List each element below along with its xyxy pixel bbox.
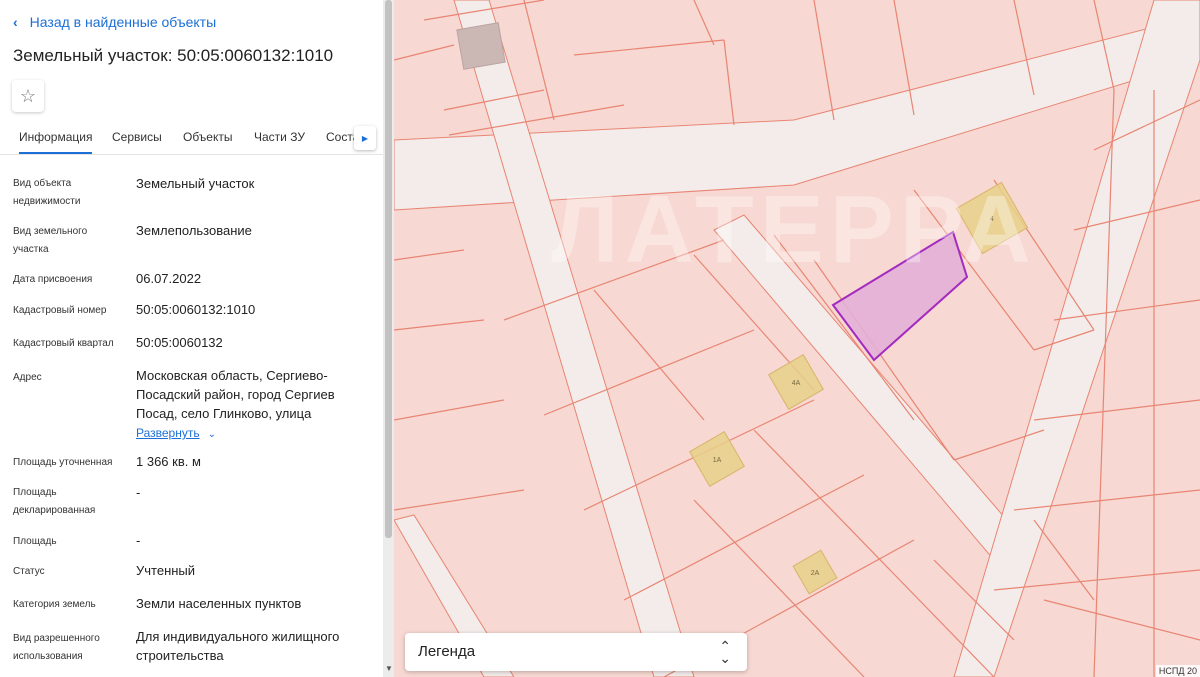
parcel-boundary bbox=[573, 39, 725, 56]
address-value: Московская область, Сергиево-Посадский р… bbox=[136, 368, 335, 421]
field-value: 50:05:0060132 bbox=[136, 335, 223, 350]
parcel-boundary bbox=[723, 39, 735, 126]
roads-layer bbox=[394, 0, 1200, 677]
building-number-label: 2А bbox=[811, 570, 820, 577]
tab-parts[interactable]: Части ЗУ bbox=[254, 130, 305, 144]
field-value: 06.07.2022 bbox=[136, 271, 202, 286]
triangle-right-icon: ▶ bbox=[361, 133, 369, 143]
field-label: Адрес bbox=[13, 372, 42, 383]
field-value: - bbox=[136, 533, 141, 548]
tab-bar: Информация Сервисы Объекты Части ЗУ Сост… bbox=[0, 120, 383, 154]
legend-label: Легенда bbox=[418, 643, 476, 660]
favorite-button[interactable]: ☆ bbox=[12, 80, 44, 112]
info-panel: ‹ Назад в найденные объекты Земельный уч… bbox=[0, 0, 383, 677]
field-value: 1 366 кв. м bbox=[136, 454, 201, 469]
expand-label: Развернуть bbox=[136, 426, 200, 440]
cadastral-map[interactable]: 4 4А 1А 2А ЛАТЕРРА НСПД 20 bbox=[394, 0, 1200, 677]
status-value: Учтенный bbox=[136, 563, 196, 578]
field-label: Дата присвоения bbox=[13, 274, 93, 285]
panel-scrollbar[interactable]: ▼ bbox=[383, 0, 394, 677]
field-label: Кадастровый номер bbox=[13, 305, 107, 316]
parcel-boundary bbox=[394, 249, 465, 261]
building-gray bbox=[456, 22, 506, 70]
parcel-boundary bbox=[1043, 599, 1200, 641]
map-attribution: НСПД 20 bbox=[1155, 665, 1200, 677]
road-left-diagonal bbox=[453, 0, 695, 677]
tab-composition[interactable]: Состав bbox=[326, 130, 356, 144]
map-canvas: 44А1А2А ЛАТЕРРА bbox=[394, 0, 1200, 677]
chevron-down-icon: ⌄ bbox=[207, 429, 216, 440]
chevron-up-down-icon: ⌃ ⌄ bbox=[719, 638, 731, 666]
tab-services[interactable]: Сервисы bbox=[112, 130, 162, 144]
field-label: Площадь уточненная bbox=[13, 457, 113, 468]
watermark: ЛАТЕРРА bbox=[551, 176, 1037, 283]
field-value: Для индивидуального жилищного строительс… bbox=[136, 629, 340, 663]
field-label: Статус bbox=[13, 566, 45, 577]
parcel-boundary bbox=[394, 489, 525, 511]
parcel-boundary bbox=[394, 399, 505, 421]
field-label: Вид объекта недвижимости bbox=[13, 178, 81, 207]
legend-dropdown[interactable]: Легенда ⌃ ⌄ bbox=[405, 633, 747, 671]
star-icon: ☆ bbox=[19, 85, 37, 106]
field-value: - bbox=[136, 485, 141, 500]
field-label: Вид земельного участка bbox=[13, 226, 88, 255]
tab-objects[interactable]: Объекты bbox=[183, 130, 233, 144]
field-label: Площадь bbox=[13, 536, 57, 547]
parcel-boundary bbox=[394, 319, 485, 331]
parcel-boundary bbox=[1033, 519, 1095, 601]
field-label: Площадь декларированная bbox=[13, 487, 96, 516]
parcel-boundary bbox=[813, 0, 835, 121]
parcel-boundary bbox=[394, 44, 455, 61]
parcel-boundary bbox=[693, 0, 715, 46]
parcel-boundary bbox=[523, 0, 555, 121]
field-value: Землепользование bbox=[136, 223, 252, 238]
tabs-divider bbox=[0, 154, 383, 155]
field-value: Земли населенных пунктов bbox=[136, 596, 302, 611]
scroll-down-icon[interactable]: ▼ bbox=[385, 665, 393, 673]
field-label: Кадастровый квартал bbox=[13, 338, 114, 349]
field-label: Вид разрешенного использования bbox=[13, 633, 100, 662]
back-link-label: Назад в найденные объекты bbox=[29, 14, 217, 30]
tab-info[interactable]: Информация bbox=[19, 130, 93, 154]
building-number-label: 4А bbox=[792, 380, 801, 387]
field-label: Категория земель bbox=[13, 599, 96, 610]
field-value: 50:05:0060132:1010 bbox=[136, 302, 256, 317]
chevron-left-icon: ‹ bbox=[13, 14, 18, 30]
tabs-scroll-right-button[interactable]: ▶ bbox=[354, 126, 376, 150]
page-title: Земельный участок: 50:05:0060132:1010 bbox=[13, 46, 334, 65]
expand-link[interactable]: Развернуть ⌄ bbox=[136, 424, 216, 442]
scrollbar-thumb[interactable] bbox=[385, 0, 392, 538]
field-value: Земельный участок bbox=[136, 176, 255, 191]
back-link[interactable]: ‹ Назад в найденные объекты bbox=[13, 14, 216, 30]
building-number-label: 1А bbox=[713, 457, 722, 464]
